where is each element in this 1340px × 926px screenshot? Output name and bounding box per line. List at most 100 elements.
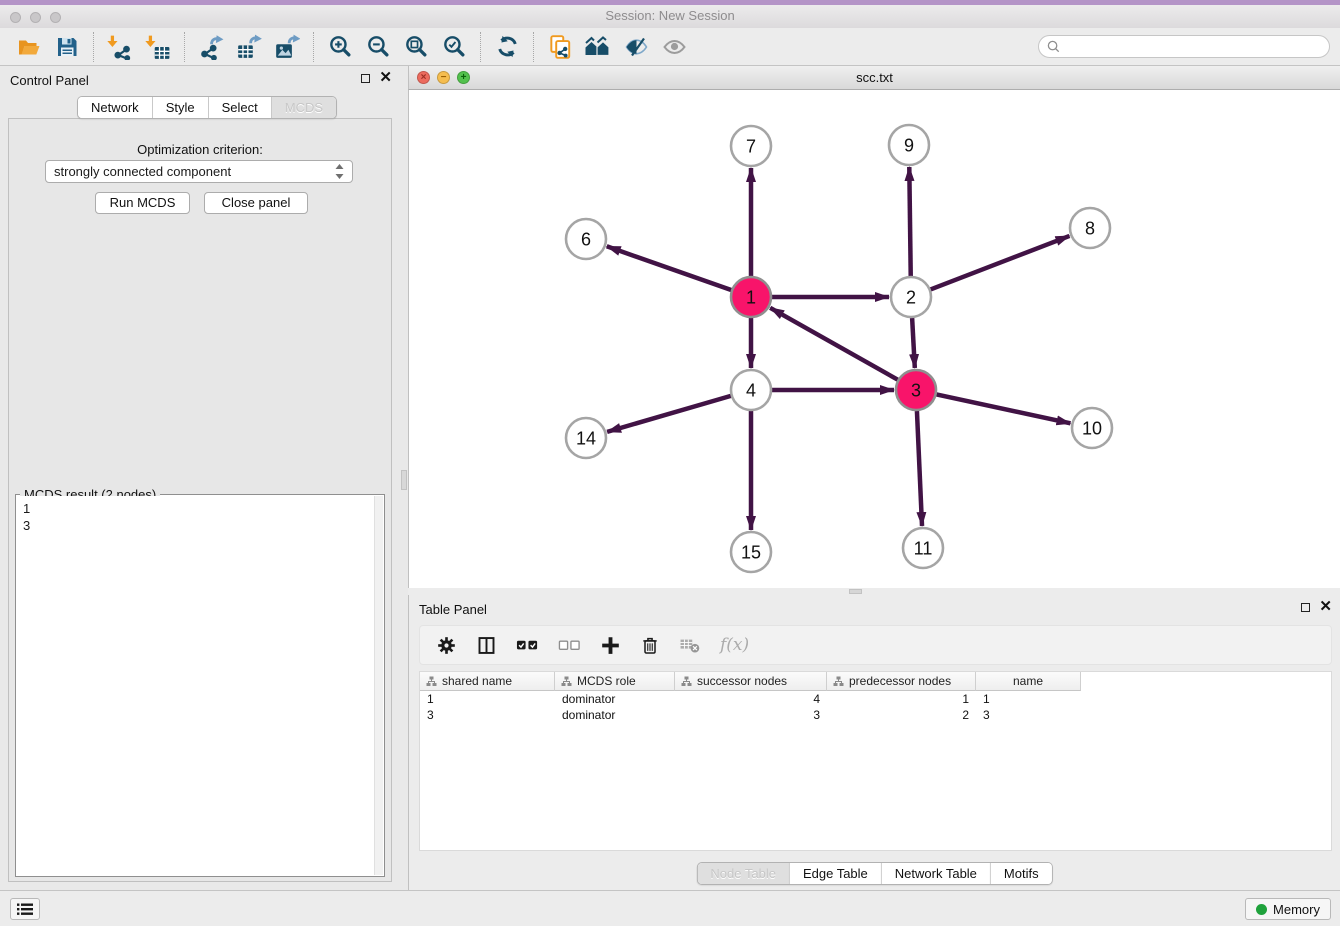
tab-node-table[interactable]: Node Table <box>697 863 790 884</box>
horizontal-splitter[interactable] <box>408 588 1340 595</box>
graph-edge-3-1[interactable] <box>770 308 898 380</box>
graph-node-4[interactable]: 4 <box>731 370 771 410</box>
zoom-fit-button[interactable] <box>397 31 435 63</box>
table-cell[interactable]: 3 <box>976 707 1081 723</box>
function-builder-button[interactable]: f(x) <box>720 635 749 655</box>
hide-graphics-details-button[interactable] <box>617 31 655 63</box>
graph-edge-1-6[interactable] <box>607 246 731 290</box>
show-graphics-details-button[interactable] <box>655 31 693 63</box>
graph-edge-3-11[interactable] <box>917 411 922 526</box>
tab-motifs[interactable]: Motifs <box>991 863 1052 884</box>
graph-edge-2-9[interactable] <box>909 167 910 276</box>
graph-node-8[interactable]: 8 <box>1070 208 1110 248</box>
graph-node-3[interactable]: 3 <box>896 370 936 410</box>
export-network-button[interactable] <box>192 31 230 63</box>
zoom-out-button[interactable] <box>359 31 397 63</box>
table-cell[interactable]: 1 <box>420 691 555 707</box>
maximize-window-button[interactable] <box>50 12 61 23</box>
table-cell[interactable]: 3 <box>420 707 555 723</box>
graph-node-1[interactable]: 1 <box>731 277 771 317</box>
add-column-button[interactable] <box>600 635 621 656</box>
tab-network-table[interactable]: Network Table <box>882 863 991 884</box>
splitter-handle[interactable] <box>401 470 407 490</box>
result-scrollbar[interactable] <box>374 496 383 875</box>
splitter-handle[interactable] <box>849 589 862 594</box>
column-header-shared-name[interactable]: shared name <box>420 672 555 691</box>
apply-layout-button[interactable] <box>488 31 526 63</box>
table-cell[interactable]: dominator <box>555 691 675 707</box>
table-cell[interactable]: 1 <box>976 691 1081 707</box>
float-panel-icon[interactable] <box>1301 603 1310 612</box>
zoom-in-button[interactable] <box>321 31 359 63</box>
column-header-predecessor-nodes[interactable]: predecessor nodes <box>827 672 976 691</box>
tab-edge-table[interactable]: Edge Table <box>790 863 882 884</box>
memory-button[interactable]: Memory <box>1245 898 1331 920</box>
float-panel-icon[interactable] <box>361 74 370 83</box>
table-header-row: shared name MCDS role successor nodes pr… <box>420 672 1331 691</box>
graph-node-2[interactable]: 2 <box>891 277 931 317</box>
import-table-button[interactable] <box>139 31 177 63</box>
optimization-criterion-select[interactable]: strongly connected component <box>45 160 353 183</box>
maximize-network-button[interactable]: + <box>457 71 470 84</box>
graph-node-10[interactable]: 10 <box>1072 408 1112 448</box>
graph-node-11[interactable]: 11 <box>903 528 943 568</box>
close-window-button[interactable] <box>10 12 21 23</box>
table-cell[interactable]: 2 <box>827 707 976 723</box>
deselect-all-button[interactable] <box>558 636 581 654</box>
toggle-column-view-button[interactable] <box>476 635 497 656</box>
tab-select[interactable]: Select <box>209 97 272 118</box>
network-window-titlebar[interactable]: × − + scc.txt <box>408 66 1340 90</box>
export-table-button[interactable] <box>230 31 268 63</box>
mcds-result-item[interactable]: 1 <box>23 500 368 517</box>
table-row[interactable]: 1dominator411 <box>420 691 1331 707</box>
column-header-successor-nodes[interactable]: successor nodes <box>675 672 827 691</box>
show-panels-button[interactable] <box>10 898 40 920</box>
import-network-button[interactable] <box>101 31 139 63</box>
column-header-name[interactable]: name <box>976 672 1081 691</box>
graph-edge-4-14[interactable] <box>607 396 731 432</box>
select-all-button[interactable] <box>516 636 539 654</box>
network-graph-svg[interactable]: 1 2 3 4 6 7 8 9 10 11 14 15 <box>409 90 1340 588</box>
close-panel-button[interactable]: Close panel <box>204 192 308 214</box>
table-cell[interactable]: 4 <box>675 691 827 707</box>
save-session-button[interactable] <box>48 31 86 63</box>
vertical-splitter[interactable] <box>400 66 408 890</box>
search-field[interactable] <box>1038 35 1330 58</box>
export-image-button[interactable] <box>268 31 306 63</box>
close-network-button[interactable]: × <box>417 71 430 84</box>
close-panel-icon[interactable]: ✕ <box>1319 601 1332 613</box>
optimization-criterion-label: Optimization criterion: <box>9 142 391 157</box>
graph-node-14[interactable]: 14 <box>566 418 606 458</box>
svg-text:1: 1 <box>746 287 756 307</box>
graph-edge-2-3[interactable] <box>912 318 915 368</box>
delete-table-button[interactable] <box>679 636 701 654</box>
tab-style[interactable]: Style <box>153 97 209 118</box>
graph-node-7[interactable]: 7 <box>731 126 771 166</box>
search-input[interactable] <box>1065 39 1321 54</box>
duplicate-network-button[interactable] <box>541 31 579 63</box>
network-canvas[interactable]: 1 2 3 4 6 7 8 9 10 11 14 15 <box>408 90 1340 588</box>
column-header-mcds-role[interactable]: MCDS role <box>555 672 675 691</box>
close-panel-icon[interactable]: ✕ <box>379 72 392 84</box>
minimize-window-button[interactable] <box>30 12 41 23</box>
graph-node-9[interactable]: 9 <box>889 125 929 165</box>
delete-column-button[interactable] <box>640 635 660 656</box>
run-mcds-button[interactable]: Run MCDS <box>95 192 190 214</box>
table-cell[interactable]: 1 <box>827 691 976 707</box>
zoom-selected-button[interactable] <box>435 31 473 63</box>
tab-network[interactable]: Network <box>78 97 153 118</box>
mcds-result-item[interactable]: 3 <box>23 517 368 534</box>
graph-node-6[interactable]: 6 <box>566 219 606 259</box>
table-cell[interactable]: dominator <box>555 707 675 723</box>
show-all-networks-button[interactable] <box>579 31 617 63</box>
table-cell[interactable]: 3 <box>675 707 827 723</box>
table-row[interactable]: 3dominator323 <box>420 707 1331 723</box>
table-settings-button[interactable] <box>436 635 457 656</box>
graph-edge-3-10[interactable] <box>937 394 1071 423</box>
tab-mcds[interactable]: MCDS <box>272 97 336 118</box>
mcds-result-list[interactable]: 13 <box>17 496 374 875</box>
minimize-network-button[interactable]: − <box>437 71 450 84</box>
open-session-button[interactable] <box>10 31 48 63</box>
graph-edge-2-8[interactable] <box>931 236 1070 290</box>
graph-node-15[interactable]: 15 <box>731 532 771 572</box>
